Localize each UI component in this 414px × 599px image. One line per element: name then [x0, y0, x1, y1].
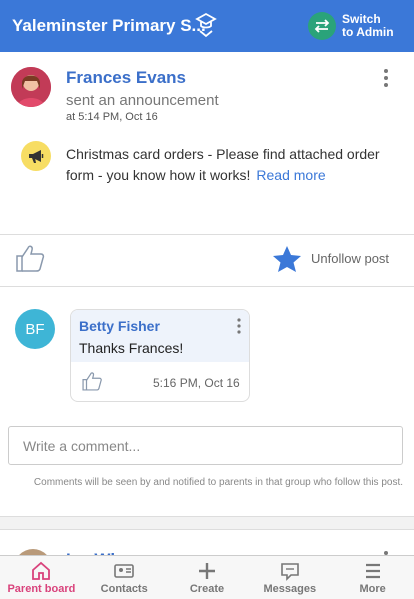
- home-icon: [32, 561, 51, 580]
- post-timestamp: at 5:14 PM, Oct 16: [66, 111, 158, 123]
- nav-label: Create: [189, 582, 225, 595]
- contact-card-icon: [114, 563, 134, 578]
- nav-create[interactable]: Create: [166, 556, 249, 599]
- nav-messages[interactable]: Messages: [248, 556, 331, 599]
- star-icon[interactable]: [272, 245, 302, 273]
- school-selector-icon[interactable]: [195, 12, 217, 38]
- switch-arrows-icon: [308, 12, 336, 40]
- top-bar: Yaleminster Primary S... Switch to Admin: [0, 0, 414, 52]
- post-menu-icon[interactable]: [380, 68, 392, 88]
- author-avatar[interactable]: [11, 67, 51, 107]
- post-body: Christmas card orders - Please find atta…: [66, 144, 410, 186]
- thumbs-up-icon[interactable]: [14, 243, 46, 273]
- comment-input[interactable]: [8, 426, 403, 465]
- divider: [0, 234, 414, 235]
- post-action-text: sent an announcement: [66, 92, 219, 109]
- comment-visibility-note: Comments will be seen by and notified to…: [33, 477, 403, 488]
- switch-to-admin-button[interactable]: Switch to Admin: [308, 10, 394, 42]
- comment-thumbs-up-icon[interactable]: [81, 370, 103, 392]
- unfollow-post-button[interactable]: Unfollow post: [311, 251, 389, 266]
- menu-icon: [365, 563, 380, 578]
- school-name[interactable]: Yaleminster Primary S...: [12, 16, 206, 36]
- comment-header: Betty Fisher Thanks Frances!: [71, 310, 249, 362]
- nav-label: More: [359, 582, 386, 595]
- comment-author-name[interactable]: Betty Fisher: [79, 318, 160, 334]
- post-body-text: Christmas card orders - Please find atta…: [66, 146, 380, 183]
- nav-parent-board[interactable]: Parent board: [0, 556, 83, 599]
- message-icon: [280, 562, 299, 581]
- megaphone-icon: [21, 141, 51, 171]
- nav-label: Messages: [263, 582, 317, 595]
- comment-timestamp: 5:16 PM, Oct 16: [153, 376, 240, 390]
- comment-text: Thanks Frances!: [79, 340, 184, 356]
- comment-avatar[interactable]: BF: [15, 309, 55, 349]
- nav-label: Contacts: [100, 582, 148, 595]
- read-more-link[interactable]: Read more: [256, 167, 325, 183]
- post-separator: [0, 516, 414, 530]
- nav-more[interactable]: More: [331, 556, 414, 599]
- nav-contacts[interactable]: Contacts: [83, 556, 166, 599]
- nav-label: Parent board: [7, 582, 76, 595]
- switch-to-admin-label: Switch to Admin: [342, 12, 394, 39]
- comment-menu-icon[interactable]: [235, 317, 243, 335]
- comment-card: Betty Fisher Thanks Frances! 5:16 PM, Oc…: [70, 309, 250, 402]
- bottom-nav: Parent board Contacts Create Messages Mo…: [0, 555, 414, 599]
- plus-icon: [198, 562, 215, 579]
- post-author-name[interactable]: Frances Evans: [66, 68, 186, 88]
- divider: [0, 286, 414, 287]
